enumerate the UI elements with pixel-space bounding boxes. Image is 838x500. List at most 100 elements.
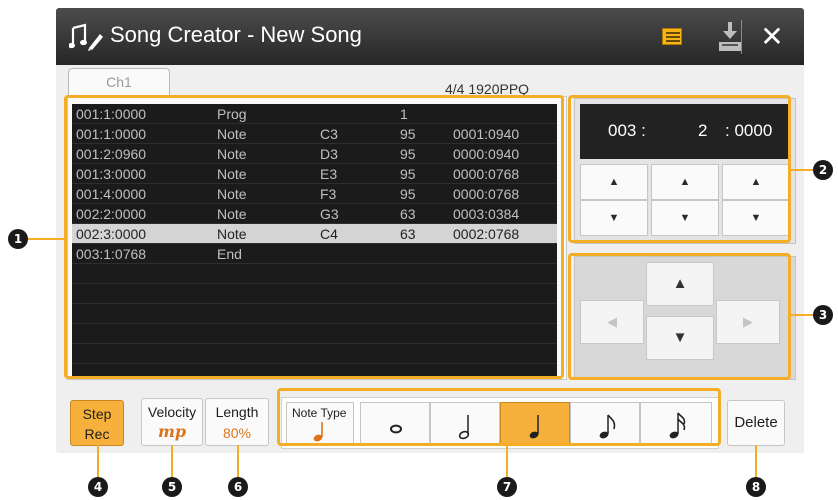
event-list[interactable]: 001:1:0000 Prog 1 001:1:0000 Note C3 95 … — [72, 104, 557, 377]
event-data3: 0001:0940 — [453, 126, 520, 142]
half-note-icon — [458, 415, 470, 440]
event-position: 001:4:0000 — [76, 186, 147, 202]
beat-separator: : — [725, 121, 730, 140]
event-position: 001:1:0000 — [76, 106, 147, 122]
bar-separator: : — [641, 121, 646, 140]
title-separator — [741, 20, 742, 54]
arrow-up-icon: ▲ — [750, 176, 762, 188]
note-type-group: Note Type — [281, 397, 719, 449]
step-rec-label-line1: Step — [82, 406, 112, 422]
tick-value: 0000 — [734, 121, 773, 140]
empty-row — [72, 284, 557, 304]
event-data2: 95 — [400, 146, 416, 162]
event-type: Note — [217, 126, 247, 142]
event-data2: 95 — [400, 166, 416, 182]
half-note-button[interactable] — [430, 402, 500, 446]
time-signature-resolution: 4/4 1920PPQ — [445, 81, 530, 97]
step-rec-button[interactable]: Step Rec — [70, 400, 124, 446]
callout-badge-5: 5 — [162, 477, 182, 497]
callout-badge-2: 2 — [813, 160, 833, 180]
velocity-value: mp — [157, 422, 187, 441]
title-bar: Song Creator - New Song ✕ — [56, 8, 804, 65]
callout-leader-7 — [506, 446, 508, 480]
position-display[interactable]: 003 : 2 : 0000 — [580, 104, 790, 159]
bottom-control-bar: Step Rec Velocity mp Length 80% Note Typ… — [56, 383, 804, 453]
whole-note-icon — [390, 424, 402, 434]
event-data2: 95 — [400, 126, 416, 142]
song-creator-window: Song Creator - New Song ✕ Ch1 4/4 1920PP… — [56, 8, 804, 453]
arrow-up-icon: ▲ — [672, 275, 688, 292]
event-row[interactable]: 001:1:0000 Prog 1 — [72, 104, 557, 124]
event-type: End — [217, 246, 242, 262]
event-position: 001:3:0000 — [76, 166, 147, 182]
bar-down-button[interactable]: ▼ — [580, 200, 648, 236]
arrow-down-icon: ▼ — [608, 212, 620, 224]
callout-badge-4: 4 — [88, 477, 108, 497]
event-position: 003:1:0768 — [76, 246, 147, 262]
quarter-note-button[interactable] — [500, 402, 570, 446]
cursor-right-button[interactable]: ▶ — [716, 300, 780, 344]
event-position: 001:2:0960 — [76, 146, 147, 162]
empty-row — [72, 304, 557, 324]
bar-value: 003 — [608, 121, 637, 140]
event-data1: D3 — [320, 146, 338, 162]
whole-note-button[interactable] — [360, 402, 430, 446]
note-type-button[interactable]: Note Type — [286, 402, 354, 446]
velocity-label: Velocity — [147, 404, 197, 420]
event-data2: 1 — [400, 106, 408, 122]
empty-row — [72, 344, 557, 364]
event-row[interactable]: 001:4:0000 Note F3 95 0000:0768 — [72, 184, 557, 204]
tick-down-button[interactable]: ▼ — [722, 200, 790, 236]
length-label: Length — [215, 404, 259, 420]
close-button[interactable]: ✕ — [752, 18, 792, 56]
event-type: Note — [217, 146, 247, 162]
event-data1: C3 — [320, 126, 338, 142]
event-data3: 0003:0384 — [453, 206, 520, 222]
empty-row — [72, 264, 557, 284]
callout-leader-6 — [237, 445, 239, 481]
velocity-button[interactable]: Velocity mp — [141, 398, 203, 446]
length-value: 80% — [222, 425, 252, 441]
callout-badge-3: 3 — [813, 305, 833, 325]
arrow-down-icon: ▼ — [672, 329, 688, 346]
event-position: 001:1:0000 — [76, 126, 147, 142]
arrow-up-icon: ▲ — [679, 176, 691, 188]
event-type: Note — [217, 206, 247, 222]
event-row-selected[interactable]: 002:3:0000 Note C4 63 0002:0768 — [72, 224, 557, 244]
position-tick: : 0000 — [725, 121, 772, 141]
event-data2: 95 — [400, 186, 416, 202]
event-row[interactable]: 001:2:0960 Note D3 95 0000:0940 — [72, 144, 557, 164]
event-data3: 0000:0768 — [453, 186, 520, 202]
callout-leader-5 — [171, 445, 173, 481]
music-note-edit-icon — [69, 23, 103, 51]
event-row[interactable]: 002:2:0000 Note G3 63 0003:0384 — [72, 204, 557, 224]
beat-down-button[interactable]: ▼ — [651, 200, 719, 236]
callout-leader-8 — [755, 445, 757, 481]
cursor-left-button[interactable]: ◀ — [580, 300, 644, 344]
callout-badge-6: 6 — [228, 477, 248, 497]
cursor-up-button[interactable]: ▲ — [646, 262, 714, 306]
close-icon: ✕ — [760, 21, 784, 52]
length-button[interactable]: Length 80% — [205, 398, 269, 446]
event-data1: G3 — [320, 206, 339, 222]
callout-leader-4 — [97, 445, 99, 481]
delete-button[interactable]: Delete — [727, 400, 785, 446]
arrow-up-icon: ▲ — [608, 176, 620, 188]
cursor-down-button[interactable]: ▼ — [646, 316, 714, 360]
window-title: Song Creator - New Song — [110, 22, 362, 47]
list-button[interactable] — [656, 21, 688, 53]
position-bar: 003 : — [608, 121, 646, 141]
event-row[interactable]: 001:1:0000 Note C3 95 0001:0940 — [72, 124, 557, 144]
beat-up-button[interactable]: ▲ — [651, 164, 719, 200]
eighth-note-button[interactable] — [570, 402, 640, 446]
event-data3: 0002:0768 — [453, 226, 520, 242]
tick-up-button[interactable]: ▲ — [722, 164, 790, 200]
event-data1: C4 — [320, 226, 338, 242]
arrow-right-icon: ▶ — [743, 314, 753, 329]
quarter-note-icon — [313, 422, 323, 442]
event-row[interactable]: 001:3:0000 Note E3 95 0000:0768 — [72, 164, 557, 184]
tab-ch1[interactable]: Ch1 — [68, 68, 170, 96]
sixteenth-note-button[interactable] — [640, 402, 712, 446]
bar-up-button[interactable]: ▲ — [580, 164, 648, 200]
event-row[interactable]: 003:1:0768 End — [72, 244, 557, 264]
